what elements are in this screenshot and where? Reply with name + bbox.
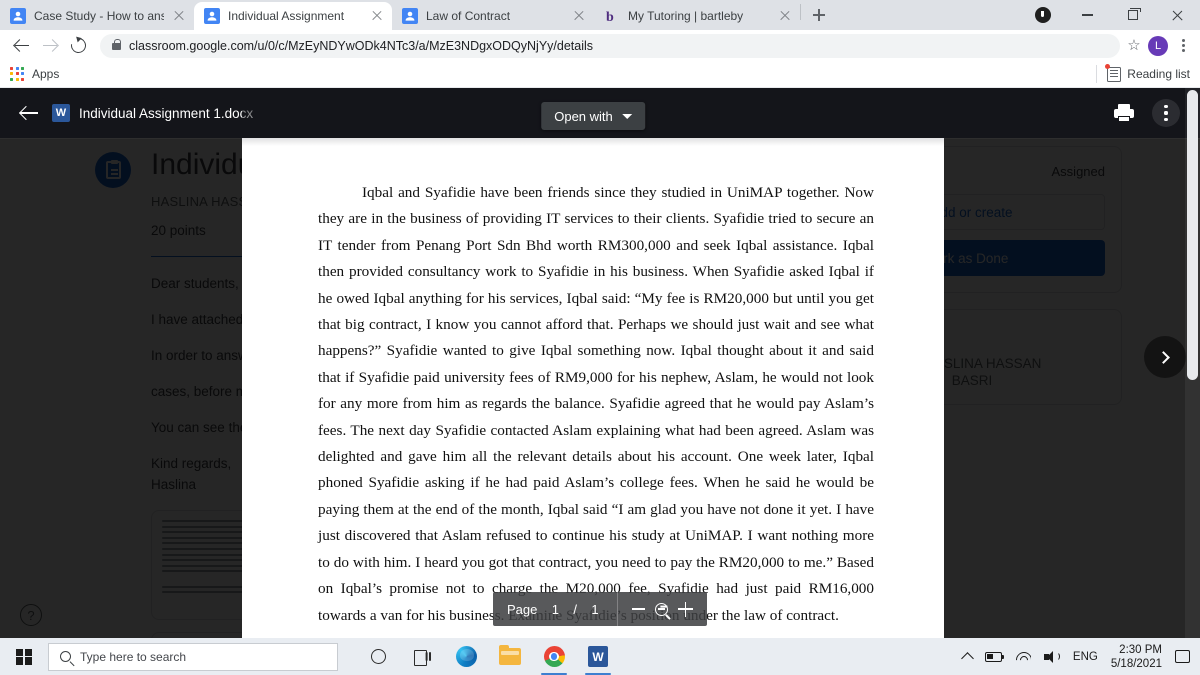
viewer-actions: [1114, 99, 1186, 127]
address-bar[interactable]: classroom.google.com/u/0/c/MzEyNDYwODk4N…: [100, 33, 1120, 58]
language-indicator[interactable]: ENG: [1073, 651, 1098, 663]
print-icon[interactable]: [1114, 104, 1134, 122]
browser-tab-3-title: Law of Contract: [426, 9, 511, 23]
reading-list-icon: [1105, 64, 1122, 82]
chrome-button[interactable]: [532, 638, 576, 675]
extension-badge-icon[interactable]: [1020, 0, 1065, 30]
page-total: 1: [591, 601, 599, 617]
browser-tab-1-title: Case Study - How to answer: [34, 9, 164, 23]
windows-logo-icon: [16, 648, 32, 665]
close-icon[interactable]: [778, 9, 792, 23]
back-button[interactable]: [8, 32, 36, 60]
scrollbar-thumb[interactable]: [1187, 90, 1198, 380]
document-paragraph: Iqbal and Syafidie have been friends sin…: [318, 184, 874, 624]
task-view-button[interactable]: [400, 638, 444, 675]
apps-bookmark-label[interactable]: Apps: [32, 67, 59, 81]
lock-icon: [112, 38, 122, 50]
zoom-out-icon[interactable]: [632, 608, 645, 610]
show-hidden-icons-icon[interactable]: [961, 651, 974, 665]
window-controls: [1020, 0, 1200, 30]
bartleby-icon: b: [606, 10, 614, 24]
profile-avatar[interactable]: L: [1148, 35, 1168, 56]
minimize-button[interactable]: [1065, 0, 1110, 30]
cortana-icon: [370, 649, 386, 664]
taskbar-items: W: [356, 638, 620, 675]
open-with-label: Open with: [554, 108, 613, 124]
browser-tab-4[interactable]: b My Tutoring | bartleby: [594, 2, 800, 30]
volume-icon[interactable]: [1043, 650, 1060, 663]
clock-time: 2:30 PM: [1119, 643, 1162, 656]
svg-text:b: b: [606, 10, 614, 24]
classroom-icon: [204, 8, 220, 24]
browser-tab-2-title: Individual Assignment: [228, 9, 345, 23]
viewer-more-options-button[interactable]: [1152, 99, 1180, 127]
task-view-icon: [413, 649, 431, 666]
browser-tab-strip: Case Study - How to answer Individual As…: [0, 0, 1200, 30]
file-explorer-icon: [499, 644, 521, 665]
open-with-button[interactable]: Open with: [541, 102, 645, 130]
apps-grid-icon[interactable]: [10, 66, 25, 82]
cortana-button[interactable]: [356, 638, 400, 675]
reading-list-button[interactable]: Reading list: [1096, 64, 1190, 83]
viewer-scrollbar[interactable]: [1185, 88, 1200, 648]
chevron-down-icon: [621, 113, 632, 119]
new-tab-button[interactable]: [805, 1, 833, 29]
classroom-icon: [402, 8, 418, 24]
browser-tab-4-title: My Tutoring | bartleby: [628, 9, 744, 23]
taskbar-search-placeholder: Type here to search: [80, 649, 187, 664]
word-button[interactable]: W: [576, 638, 620, 675]
chrome-icon: [543, 646, 565, 667]
start-button[interactable]: [0, 638, 48, 675]
document-page: Iqbal and Syafidie have been friends sin…: [242, 88, 944, 648]
maximize-button[interactable]: [1110, 0, 1155, 30]
file-explorer-button[interactable]: [488, 638, 532, 675]
battery-icon[interactable]: [984, 651, 1005, 662]
browser-tab-1[interactable]: Case Study - How to answer: [0, 2, 194, 30]
word-file-icon: W: [52, 104, 70, 122]
browser-toolbar: classroom.google.com/u/0/c/MzEyNDYwODk4N…: [0, 30, 1200, 61]
page-current[interactable]: 1: [547, 602, 563, 617]
page-indicator: Page 1 / 1: [493, 592, 617, 626]
document-body: Iqbal and Syafidie have been friends sin…: [318, 180, 874, 629]
next-attachment-button[interactable]: [1144, 336, 1186, 378]
system-tray: ENG 2:30 PM 5/18/2021: [961, 643, 1200, 671]
bookmarks-bar: Apps Reading list: [0, 61, 1200, 88]
chevron-right-icon: [1157, 350, 1170, 364]
browser-tab-3[interactable]: Law of Contract: [392, 2, 594, 30]
chrome-menu-button[interactable]: [1174, 37, 1192, 55]
taskbar-search-input[interactable]: Type here to search: [48, 642, 338, 671]
close-icon[interactable]: [172, 9, 186, 23]
clock[interactable]: 2:30 PM 5/18/2021: [1111, 643, 1162, 671]
zoom-in-icon[interactable]: [678, 601, 693, 617]
forward-button[interactable]: [36, 32, 64, 60]
page-toolbar: Page 1 / 1: [493, 592, 707, 626]
windows-taskbar: Type here to search W ENG 2:30 PM 5/18/2…: [0, 638, 1200, 675]
reading-list-label: Reading list: [1127, 67, 1190, 81]
clock-date: 5/18/2021: [1110, 657, 1162, 670]
page-label: Page: [507, 601, 538, 617]
viewer-file-name: Individual Assignment 1.docx: [79, 105, 254, 121]
word-icon: W: [588, 646, 608, 667]
close-window-button[interactable]: [1155, 0, 1200, 30]
bookmark-star-icon[interactable]: ☆: [1126, 37, 1142, 54]
zoom-controls: [618, 592, 707, 626]
notifications-icon[interactable]: [1175, 650, 1190, 663]
reload-button[interactable]: [64, 32, 92, 60]
tab-divider: [800, 4, 801, 20]
zoom-fit-icon[interactable]: [655, 602, 668, 616]
close-icon[interactable]: [572, 9, 586, 23]
edge-icon: [455, 646, 477, 667]
browser-tab-2[interactable]: Individual Assignment: [194, 2, 392, 30]
address-bar-url: classroom.google.com/u/0/c/MzEyNDYwODk4N…: [129, 38, 594, 53]
classroom-icon: [10, 8, 26, 24]
back-arrow-icon[interactable]: [14, 98, 44, 128]
wifi-icon[interactable]: [1015, 651, 1031, 663]
search-icon: [60, 651, 71, 662]
screen: Case Study - How to answer Individual As…: [0, 0, 1200, 675]
edge-button[interactable]: [444, 638, 488, 675]
close-icon[interactable]: [370, 9, 384, 23]
page-separator: /: [573, 601, 577, 617]
document-stage: Iqbal and Syafidie have been friends sin…: [242, 88, 944, 648]
